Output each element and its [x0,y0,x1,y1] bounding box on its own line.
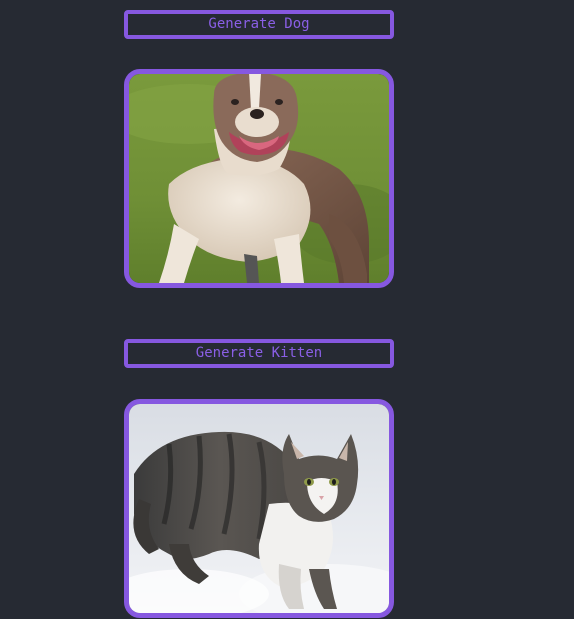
generate-kitten-button[interactable]: Generate Kitten [124,339,394,368]
dog-image [124,69,394,288]
generate-dog-button[interactable]: Generate Dog [124,10,394,39]
dog-photo [129,74,389,283]
kitten-image [124,399,394,618]
kitten-photo [129,404,389,613]
